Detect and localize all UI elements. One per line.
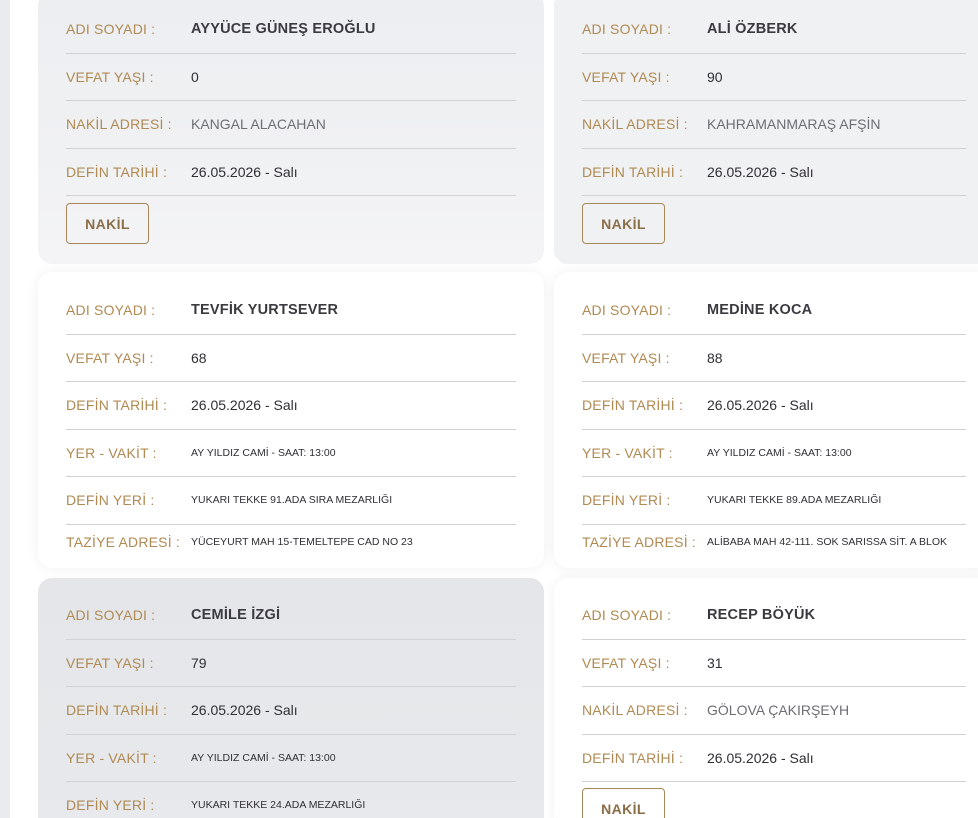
transfer-label: NAKİL ADRESİ : — [66, 116, 172, 133]
place-time-label: YER - VAKİT : — [582, 444, 673, 461]
burial-place-label: DEFİN YERİ : — [66, 797, 155, 814]
burial-date-value: 26.05.2026 - Salı — [707, 163, 814, 180]
age-row: VEFAT YAŞI : 0 — [66, 54, 516, 101]
name-label: ADI SOYADI : — [66, 21, 156, 38]
age-label: VEFAT YAŞI : — [66, 349, 154, 366]
name-value: TEVFİK YURTSEVER — [191, 302, 339, 319]
place-time-value: AY YILDIZ CAMİ - SAAT: 13:00 — [191, 751, 336, 764]
condolence-row: TAZİYE ADRESİ : YÜCEYURT MAH 15-TEMELTEP… — [66, 525, 516, 559]
place-time-row: YER - VAKİT : AY YILDIZ CAMİ - SAAT: 13:… — [582, 430, 966, 477]
age-row: VEFAT YAŞI : 68 — [66, 335, 516, 382]
name-label: ADI SOYADI : — [582, 21, 672, 38]
age-value: 0 — [191, 68, 199, 85]
transfer-value: KANGAL ALACAHAN — [191, 116, 326, 133]
burial-place-row: DEFİN YERİ : YUKARI TEKKE 89.ADA MEZARLI… — [582, 477, 966, 525]
burial-date-value: 26.05.2026 - Salı — [191, 702, 298, 719]
obituary-card: ADI SOYADI : CEMİLE İZGİ VEFAT YAŞI : 79… — [38, 578, 544, 818]
place-time-row: YER - VAKİT : AY YILDIZ CAMİ - SAAT: 13:… — [66, 735, 516, 782]
name-label: ADI SOYADI : — [66, 607, 156, 624]
burial-date-row: DEFİN TARİHİ : 26.05.2026 - Salı — [582, 735, 966, 782]
condolence-value: YÜCEYURT MAH 15-TEMELTEPE CAD NO 23 — [191, 535, 413, 548]
age-row: VEFAT YAŞI : 90 — [582, 54, 966, 101]
name-row: ADI SOYADI : CEMİLE İZGİ — [66, 592, 516, 640]
transfer-row: NAKİL ADRESİ : KAHRAMANMARAŞ AFŞİN — [582, 101, 966, 149]
place-time-label: YER - VAKİT : — [66, 749, 157, 766]
place-time-value: AY YILDIZ CAMİ - SAAT: 13:00 — [191, 446, 336, 459]
name-value: RECEP BÖYÜK — [707, 607, 816, 624]
burial-place-value: YUKARI TEKKE 89.ADA MEZARLIĞI — [707, 494, 882, 507]
age-label: VEFAT YAŞI : — [66, 68, 154, 85]
name-row: ADI SOYADI : AYYÜCE GÜNEŞ EROĞLU — [66, 6, 516, 54]
burial-place-label: DEFİN YERİ : — [582, 492, 671, 509]
name-label: ADI SOYADI : — [66, 302, 156, 319]
transfer-value: GÖLOVA ÇAKIRŞEYH — [707, 702, 850, 719]
burial-place-label: DEFİN YERİ : — [66, 492, 155, 509]
obituary-card: ADI SOYADI : TEVFİK YURTSEVER VEFAT YAŞI… — [38, 272, 544, 568]
age-label: VEFAT YAŞI : — [582, 68, 670, 85]
age-value: 79 — [191, 654, 207, 671]
burial-date-value: 26.05.2026 - Salı — [191, 163, 298, 180]
name-label: ADI SOYADI : — [582, 607, 672, 624]
name-label: ADI SOYADI : — [582, 302, 672, 319]
age-label: VEFAT YAŞI : — [582, 349, 670, 366]
age-row: VEFAT YAŞI : 88 — [582, 335, 966, 382]
age-value: 31 — [707, 654, 723, 671]
transfer-label: NAKİL ADRESİ : — [582, 702, 688, 719]
burial-place-row: DEFİN YERİ : YUKARI TEKKE 24.ADA MEZARLI… — [66, 782, 516, 818]
burial-date-row: DEFİN TARİHİ : 26.05.2026 - Salı — [582, 149, 966, 196]
condolence-row: TAZİYE ADRESİ : ALİBABA MAH 42-111. SOK … — [582, 525, 966, 559]
name-row: ADI SOYADI : ALİ ÖZBERK — [582, 6, 966, 54]
transfer-button[interactable]: NAKİL — [582, 788, 665, 818]
age-value: 88 — [707, 349, 723, 366]
burial-place-value: YUKARI TEKKE 91.ADA SIRA MEZARLIĞI — [191, 494, 393, 507]
transfer-button[interactable]: NAKİL — [582, 203, 665, 244]
place-time-value: AY YILDIZ CAMİ - SAAT: 13:00 — [707, 446, 852, 459]
name-value: ALİ ÖZBERK — [707, 21, 798, 38]
name-value: MEDİNE KOCA — [707, 302, 813, 319]
obituary-card: ADI SOYADI : AYYÜCE GÜNEŞ EROĞLU VEFAT Y… — [38, 0, 544, 264]
age-label: VEFAT YAŞI : — [66, 654, 154, 671]
name-value: CEMİLE İZGİ — [191, 607, 281, 624]
place-time-label: YER - VAKİT : — [66, 444, 157, 461]
burial-date-value: 26.05.2026 - Salı — [707, 397, 814, 414]
obituary-card: ADI SOYADI : MEDİNE KOCA VEFAT YAŞI : 88… — [554, 272, 978, 568]
name-row: ADI SOYADI : RECEP BÖYÜK — [582, 592, 966, 640]
name-value: AYYÜCE GÜNEŞ EROĞLU — [191, 21, 376, 38]
condolence-label: TAZİYE ADRESİ : — [66, 533, 180, 550]
transfer-label: NAKİL ADRESİ : — [582, 116, 688, 133]
burial-date-row: DEFİN TARİHİ : 26.05.2026 - Salı — [66, 687, 516, 735]
burial-date-row: DEFİN TARİHİ : 26.05.2026 - Salı — [582, 382, 966, 430]
burial-place-row: DEFİN YERİ : YUKARI TEKKE 91.ADA SIRA ME… — [66, 477, 516, 525]
condolence-value: ALİBABA MAH 42-111. SOK SARISSA SİT. A B… — [707, 535, 948, 548]
transfer-row: NAKİL ADRESİ : GÖLOVA ÇAKIRŞEYH — [582, 687, 966, 735]
age-label: VEFAT YAŞI : — [582, 654, 670, 671]
transfer-button[interactable]: NAKİL — [66, 203, 149, 244]
transfer-value: KAHRAMANMARAŞ AFŞİN — [707, 116, 881, 133]
transfer-row: NAKİL ADRESİ : KANGAL ALACAHAN — [66, 101, 516, 149]
left-edge-strip — [0, 0, 10, 818]
burial-date-label: DEFİN TARİHİ : — [66, 702, 168, 719]
burial-date-label: DEFİN TARİHİ : — [66, 397, 168, 414]
burial-date-label: DEFİN TARİHİ : — [582, 397, 684, 414]
age-value: 68 — [191, 349, 207, 366]
age-row: VEFAT YAŞI : 79 — [66, 640, 516, 687]
obituary-card: ADI SOYADI : ALİ ÖZBERK VEFAT YAŞI : 90 … — [554, 0, 978, 264]
place-time-row: YER - VAKİT : AY YILDIZ CAMİ - SAAT: 13:… — [66, 430, 516, 477]
burial-date-label: DEFİN TARİHİ : — [66, 163, 168, 180]
burial-date-value: 26.05.2026 - Salı — [191, 397, 298, 414]
name-row: ADI SOYADI : MEDİNE KOCA — [582, 287, 966, 335]
burial-date-label: DEFİN TARİHİ : — [582, 163, 684, 180]
condolence-label: TAZİYE ADRESİ : — [582, 533, 696, 550]
obituary-card: ADI SOYADI : RECEP BÖYÜK VEFAT YAŞI : 31… — [554, 578, 978, 818]
burial-date-row: DEFİN TARİHİ : 26.05.2026 - Salı — [66, 149, 516, 196]
age-row: VEFAT YAŞI : 31 — [582, 640, 966, 687]
burial-place-value: YUKARI TEKKE 24.ADA MEZARLIĞI — [191, 799, 366, 812]
burial-date-label: DEFİN TARİHİ : — [582, 749, 684, 766]
name-row: ADI SOYADI : TEVFİK YURTSEVER — [66, 287, 516, 335]
burial-date-row: DEFİN TARİHİ : 26.05.2026 - Salı — [66, 382, 516, 430]
age-value: 90 — [707, 68, 723, 85]
obituary-page: ADI SOYADI : AYYÜCE GÜNEŞ EROĞLU VEFAT Y… — [0, 0, 978, 818]
burial-date-value: 26.05.2026 - Salı — [707, 749, 814, 766]
